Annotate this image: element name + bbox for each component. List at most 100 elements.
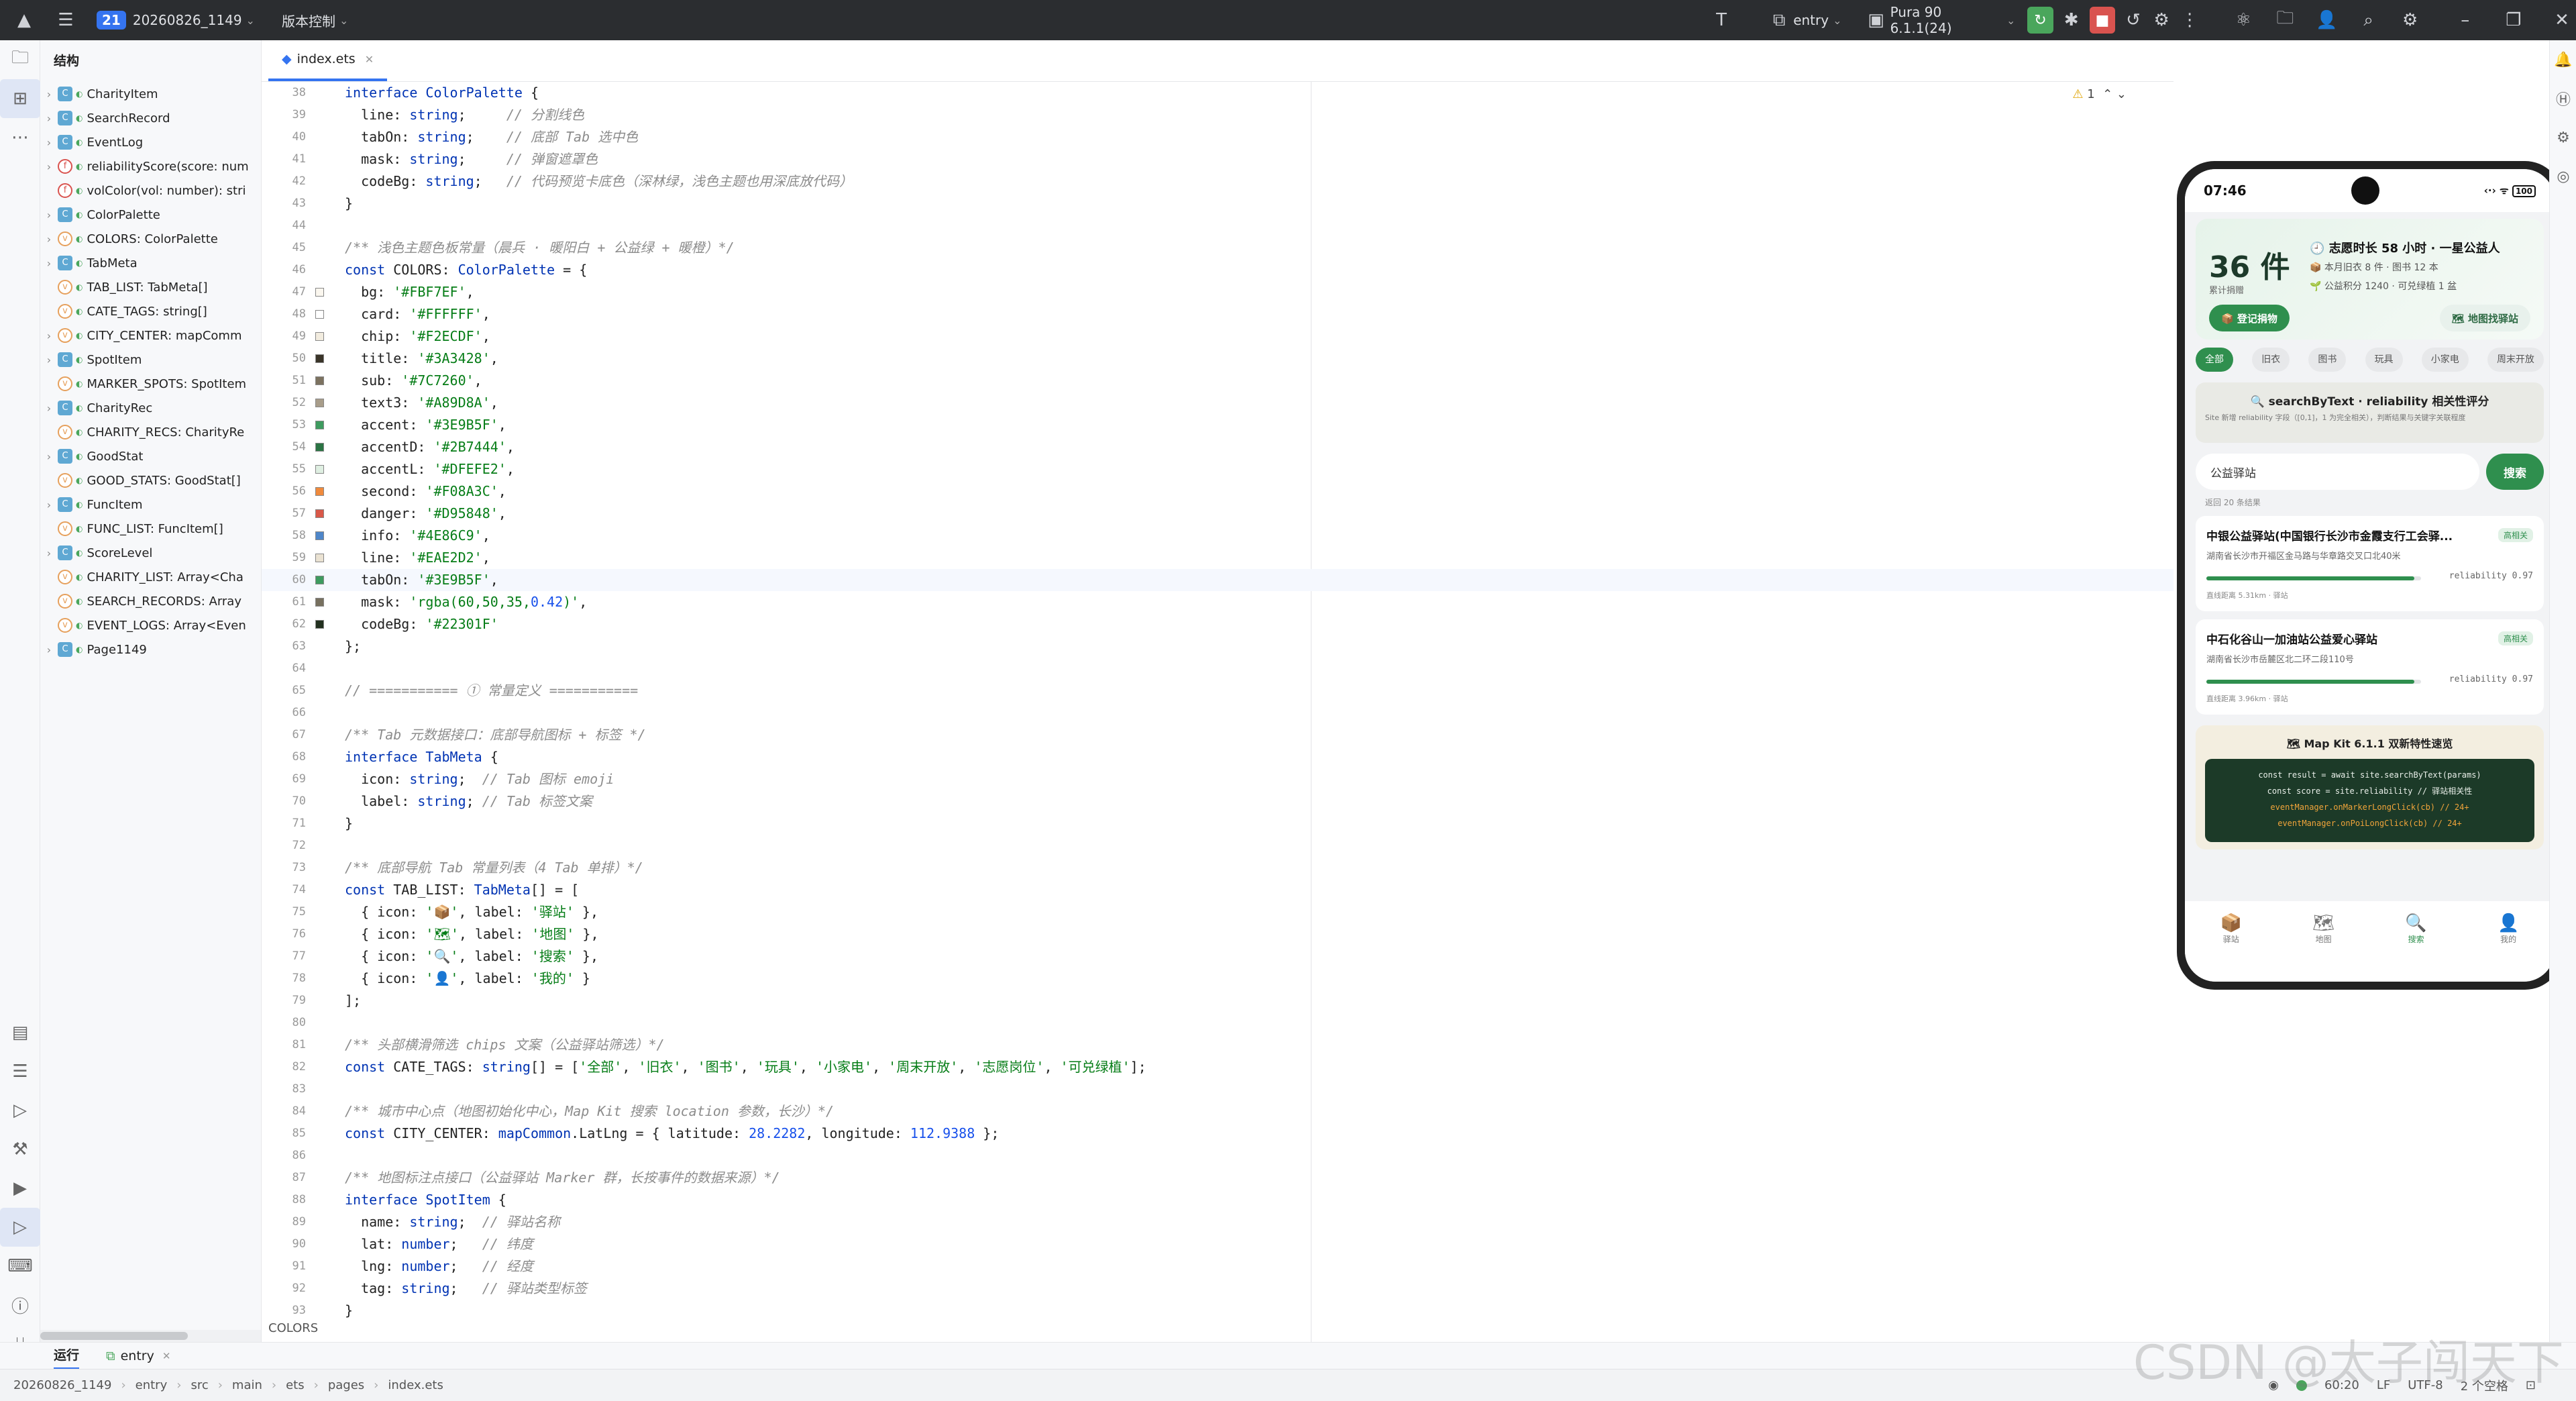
register-donation-button[interactable]: 📦 登记捐物 xyxy=(2209,305,2290,331)
code-line[interactable]: 71} xyxy=(262,813,2174,835)
structure-item[interactable]: › C ◐ ColorPalette xyxy=(40,203,261,227)
structure-item[interactable]: v ◐ CHARITY_LIST: Array<Cha xyxy=(40,565,261,589)
code-line[interactable]: 43} xyxy=(262,193,2174,215)
run-entry-tab[interactable]: entry xyxy=(121,1349,154,1363)
expand-arrow-icon[interactable]: › xyxy=(40,354,58,366)
structure-item[interactable]: › C ◐ CharityItem xyxy=(40,82,261,106)
structure-item[interactable]: › C ◐ EventLog xyxy=(40,130,261,154)
structure-item[interactable]: › C ◐ TabMeta xyxy=(40,251,261,275)
structure-item[interactable]: v ◐ SEARCH_RECORDS: Array xyxy=(40,589,261,613)
find-station-button[interactable]: 🗺 地图找驿站 xyxy=(2439,305,2530,331)
code-line[interactable]: 47 bg: '#FBF7EF', xyxy=(262,281,2174,303)
code-line[interactable]: 77 { icon: '🔍', label: '搜索' }, xyxy=(262,945,2174,968)
filter-chip[interactable]: 玩具 xyxy=(2365,348,2403,372)
code-breadcrumb[interactable]: COLORS xyxy=(268,1315,318,1342)
expand-arrow-icon[interactable]: › xyxy=(40,160,58,173)
minimize-icon[interactable]: – xyxy=(2451,5,2479,35)
structure-item[interactable]: v ◐ GOOD_STATS: GoodStat[] xyxy=(40,468,261,492)
path-segment[interactable]: ets xyxy=(286,1378,305,1392)
structure-item[interactable]: v ◐ MARKER_SPOTS: SpotItem xyxy=(40,372,261,396)
structure-item[interactable]: › C ◐ Page1149 xyxy=(40,637,261,662)
path-segment[interactable]: main xyxy=(232,1378,262,1392)
code-line[interactable]: 55 accentL: '#DFEFE2', xyxy=(262,458,2174,480)
search-icon[interactable]: ⌕ xyxy=(2355,5,2383,35)
code-line[interactable]: 68 interface TabMeta { xyxy=(262,746,2174,768)
code-line[interactable]: 48 card: '#FFFFFF', xyxy=(262,303,2174,325)
code-line[interactable]: 66 xyxy=(262,702,2174,724)
structure-item[interactable]: v ◐ EVENT_LOGS: Array<Even xyxy=(40,613,261,637)
path-segment[interactable]: src xyxy=(191,1378,208,1392)
result-card[interactable]: 中石化谷山一加油站公益爱心驿站 高相关 湖南省长沙市岳麓区北二环二段110号 reli… xyxy=(2196,619,2544,715)
code-line[interactable]: 72 xyxy=(262,835,2174,857)
structure-item[interactable]: › C ◐ CharityRec xyxy=(40,396,261,420)
run-config[interactable]: entry xyxy=(1793,12,1829,28)
filter-chip[interactable]: 旧衣 xyxy=(2252,348,2290,372)
code-line[interactable]: 70 label: string; // Tab 标签文案 xyxy=(262,790,2174,813)
code-line[interactable]: 91 lng: number; // 经度 xyxy=(262,1255,2174,1278)
filter-chip[interactable]: 图书 xyxy=(2308,348,2347,372)
database-icon[interactable]: ☰ xyxy=(0,1052,40,1091)
code-line[interactable]: 53 accent: '#3E9B5F', xyxy=(262,414,2174,436)
code-line[interactable]: 78 { icon: '👤', label: '我的' } xyxy=(262,968,2174,990)
device-selector[interactable]: Pura 90 6.1.1(24) xyxy=(1890,4,2002,36)
code-line[interactable]: 56 second: '#F08A3C', xyxy=(262,480,2174,503)
color-swatch-icon[interactable] xyxy=(315,310,324,319)
code-line[interactable]: 60 tabOn: '#3E9B5F', xyxy=(262,569,2174,591)
code-line[interactable]: 50 title: '#3A3428', xyxy=(262,348,2174,370)
structure-item[interactable]: f ◐ volColor(vol: number): stri xyxy=(40,178,261,203)
maximize-icon[interactable]: ❐ xyxy=(2500,5,2528,35)
expand-arrow-icon[interactable]: › xyxy=(40,547,58,560)
color-swatch-icon[interactable] xyxy=(315,620,324,629)
structure-item[interactable]: › C ◐ ScoreLevel xyxy=(40,541,261,565)
structure-item[interactable]: › v ◐ CITY_CENTER: mapComm xyxy=(40,323,261,348)
code-line[interactable]: 51 sub: '#7C7260', xyxy=(262,370,2174,392)
code-line[interactable]: 73 /** 底部导航 Tab 常量列表（4 Tab 单排）*/ xyxy=(262,857,2174,879)
todo-icon[interactable]: ▤ xyxy=(0,1013,40,1052)
code-line[interactable]: 59 line: '#EAE2D2', xyxy=(262,547,2174,569)
expand-arrow-icon[interactable]: › xyxy=(40,209,58,221)
color-swatch-icon[interactable] xyxy=(315,598,324,607)
code-line[interactable]: 90 lat: number; // 纬度 xyxy=(262,1233,2174,1255)
code-line[interactable]: 46 const COLORS: ColorPalette = { xyxy=(262,259,2174,281)
expand-arrow-icon[interactable]: › xyxy=(40,136,58,149)
structure-item[interactable]: v ◐ CATE_TAGS: string[] xyxy=(40,299,261,323)
stop-button[interactable]: ■ xyxy=(2089,7,2115,34)
expand-arrow-icon[interactable]: › xyxy=(40,643,58,656)
chevron-down-icon[interactable]: ⌄ xyxy=(1833,14,1841,27)
code-line[interactable]: 75 { icon: '📦', label: '驿站' }, xyxy=(262,901,2174,923)
code-line[interactable]: 80 xyxy=(262,1012,2174,1034)
structure-item[interactable]: › C ◐ FuncItem xyxy=(40,492,261,517)
account-icon[interactable]: 👤 xyxy=(2312,5,2341,35)
gear-icon[interactable]: ⚙ xyxy=(2396,5,2424,35)
nav-item[interactable]: 🗺 地图 xyxy=(2312,913,2334,982)
expand-arrow-icon[interactable]: › xyxy=(40,112,58,125)
code-line[interactable]: 79]; xyxy=(262,990,2174,1012)
expand-arrow-icon[interactable]: › xyxy=(40,402,58,415)
close-tab-icon[interactable]: ✕ xyxy=(162,1350,171,1362)
code-line[interactable]: 44 xyxy=(262,215,2174,237)
expand-arrow-icon[interactable]: › xyxy=(40,499,58,511)
device-manager-icon[interactable]: ⚙ xyxy=(2550,118,2576,157)
vcs-menu[interactable]: 版本控制 xyxy=(282,11,335,30)
expand-arrow-icon[interactable]: › xyxy=(40,88,58,101)
code-line[interactable]: 40 tabOn: string; // 底部 Tab 选中色 xyxy=(262,126,2174,148)
nav-item[interactable]: 🔍 搜索 xyxy=(2405,913,2426,982)
font-icon[interactable]: T xyxy=(1707,5,1735,35)
color-swatch-icon[interactable] xyxy=(315,509,324,518)
run-tab[interactable]: 运行 xyxy=(54,1343,80,1369)
code-line[interactable]: 84 /** 城市中心点（地图初始化中心，Map Kit 搜索 location … xyxy=(262,1100,2174,1123)
nav-item[interactable]: 📦 驿站 xyxy=(2220,913,2242,982)
code-line[interactable]: 76 { icon: '🗺', label: '地图' }, xyxy=(262,923,2174,945)
code-line[interactable]: 93} xyxy=(262,1300,2174,1322)
code-line[interactable]: 86 xyxy=(262,1145,2174,1167)
code-line[interactable]: 81 /** 头部横滑筛选 chips 文案（公益驿站筛选）*/ xyxy=(262,1034,2174,1056)
harmony-icon[interactable]: Ⓗ xyxy=(2550,79,2576,118)
path-segment[interactable]: 20260826_1149 xyxy=(13,1378,111,1392)
expand-arrow-icon[interactable]: › xyxy=(40,450,58,463)
structure-item[interactable]: › C ◐ SearchRecord xyxy=(40,106,261,130)
filter-chip[interactable]: 周末开放 xyxy=(2487,348,2544,372)
color-swatch-icon[interactable] xyxy=(315,531,324,540)
close-tab-icon[interactable]: ✕ xyxy=(365,53,374,66)
code-line[interactable]: 88 interface SpotItem { xyxy=(262,1189,2174,1211)
structure-item[interactable]: v ◐ TAB_LIST: TabMeta[] xyxy=(40,275,261,299)
